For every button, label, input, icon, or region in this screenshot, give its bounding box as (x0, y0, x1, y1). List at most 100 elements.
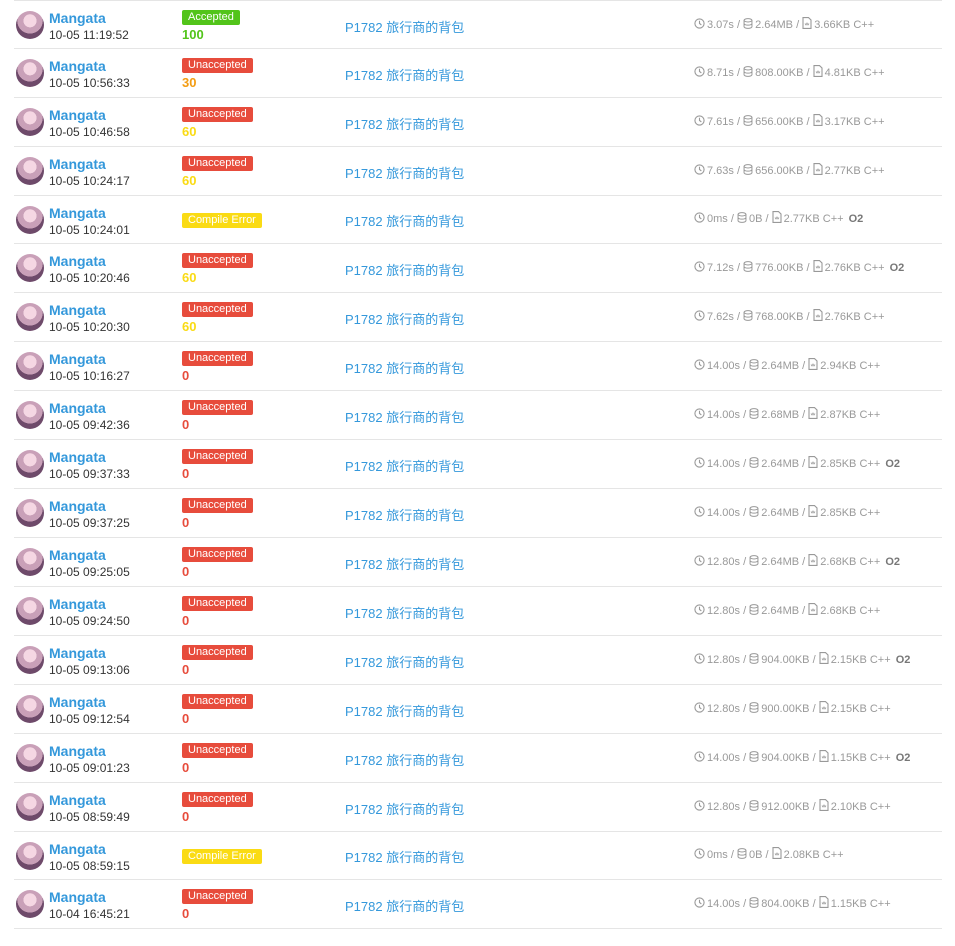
status-badge[interactable]: Unaccepted (182, 449, 253, 464)
status-badge[interactable]: Unaccepted (182, 351, 253, 366)
avatar[interactable] (16, 11, 44, 39)
problem-link[interactable]: P1782 旅行商的背包 (345, 65, 464, 84)
score: 0 (182, 711, 190, 726)
username-link[interactable]: Mangata (49, 841, 106, 857)
avatar[interactable] (16, 793, 44, 821)
username-link[interactable]: Mangata (49, 10, 106, 26)
problem-link[interactable]: P1782 旅行商的背包 (345, 652, 464, 671)
username-link[interactable]: Mangata (49, 645, 106, 661)
username-link[interactable]: Mangata (49, 302, 106, 318)
status-badge[interactable]: Unaccepted (182, 107, 253, 122)
problem-link[interactable]: P1782 旅行商的背包 (345, 603, 464, 622)
username-link[interactable]: Mangata (49, 694, 106, 710)
status-badge[interactable]: Unaccepted (182, 302, 253, 317)
avatar[interactable] (16, 401, 44, 429)
stats: 3.07s / 2.64MB / 3.66KB C++ (694, 17, 874, 32)
status-badge[interactable]: Unaccepted (182, 694, 253, 709)
problem-link[interactable]: P1782 旅行商的背包 (345, 456, 464, 475)
avatar[interactable] (16, 890, 44, 918)
status-badge[interactable]: Unaccepted (182, 547, 253, 562)
avatar[interactable] (16, 303, 44, 331)
avatar[interactable] (16, 157, 44, 185)
clock-icon (694, 212, 705, 226)
avatar[interactable] (16, 597, 44, 625)
problem-link[interactable]: P1782 旅行商的背包 (345, 896, 464, 915)
file-icon (808, 603, 818, 618)
database-icon (749, 359, 759, 373)
status-badge[interactable]: Unaccepted (182, 58, 253, 73)
problem-link[interactable]: P1782 旅行商的背包 (345, 750, 464, 769)
submit-time: 10-04 16:45:21 (49, 907, 130, 921)
problem-link[interactable]: P1782 旅行商的背包 (345, 407, 464, 426)
avatar[interactable] (16, 254, 44, 282)
username-link[interactable]: Mangata (49, 498, 106, 514)
avatar[interactable] (16, 108, 44, 136)
avatar[interactable] (16, 548, 44, 576)
database-icon (749, 702, 759, 716)
problem-link[interactable]: P1782 旅行商的背包 (345, 114, 464, 133)
status-badge[interactable]: Compile Error (182, 213, 262, 228)
problem-link[interactable]: P1782 旅行商的背包 (345, 309, 464, 328)
status-badge[interactable]: Unaccepted (182, 889, 253, 904)
status-badge[interactable]: Unaccepted (182, 400, 253, 415)
status-badge[interactable]: Unaccepted (182, 645, 253, 660)
avatar[interactable] (16, 206, 44, 234)
language: C++ (869, 752, 891, 764)
stats: 14.00s / 2.68MB / 2.87KB C++ (694, 407, 880, 422)
avatar[interactable] (16, 695, 44, 723)
status-badge[interactable]: Unaccepted (182, 498, 253, 513)
score: 0 (182, 760, 190, 775)
problem-link[interactable]: P1782 旅行商的背包 (345, 358, 464, 377)
username-link[interactable]: Mangata (49, 743, 106, 759)
status-badge[interactable]: Unaccepted (182, 156, 253, 171)
status-badge[interactable]: Accepted (182, 10, 240, 25)
status-badge[interactable]: Unaccepted (182, 743, 253, 758)
status-badge[interactable]: Unaccepted (182, 596, 253, 611)
problem-link[interactable]: P1782 旅行商的背包 (345, 163, 464, 182)
avatar[interactable] (16, 352, 44, 380)
username-link[interactable]: Mangata (49, 253, 106, 269)
problem-link[interactable]: P1782 旅行商的背包 (345, 847, 464, 866)
username-link[interactable]: Mangata (49, 596, 106, 612)
run-time: 14.00s (707, 458, 741, 470)
run-time: 14.00s (707, 409, 741, 421)
username-link[interactable]: Mangata (49, 58, 106, 74)
username-link[interactable]: Mangata (49, 205, 106, 221)
avatar[interactable] (16, 744, 44, 772)
status-badge[interactable]: Unaccepted (182, 253, 253, 268)
username-link[interactable]: Mangata (49, 889, 106, 905)
status-badge[interactable]: Unaccepted (182, 792, 253, 807)
problem-link[interactable]: P1782 旅行商的背包 (345, 211, 464, 230)
submission-row: Mangata 10-05 10:20:46 Unaccepted 60 P1782 旅… (14, 244, 942, 293)
username-link[interactable]: Mangata (49, 792, 106, 808)
username-link[interactable]: Mangata (49, 400, 106, 416)
problem-link[interactable]: P1782 旅行商的背包 (345, 505, 464, 524)
memory: 2.64MB (761, 360, 800, 372)
problem-link[interactable]: P1782 旅行商的背包 (345, 17, 464, 36)
avatar[interactable] (16, 450, 44, 478)
username-link[interactable]: Mangata (49, 449, 106, 465)
status-badge[interactable]: Compile Error (182, 849, 262, 864)
run-time: 8.71s (707, 67, 734, 79)
problem-link[interactable]: P1782 旅行商的背包 (345, 554, 464, 573)
language: C++ (863, 262, 885, 274)
submit-time: 10-05 10:20:46 (49, 271, 130, 285)
problem-link[interactable]: P1782 旅行商的背包 (345, 799, 464, 818)
avatar[interactable] (16, 646, 44, 674)
stats: 7.12s / 776.00KB / 2.76KB C++ O2 (694, 260, 904, 275)
problem-link[interactable]: P1782 旅行商的背包 (345, 701, 464, 720)
username-link[interactable]: Mangata (49, 351, 106, 367)
username-link[interactable]: Mangata (49, 547, 106, 563)
avatar[interactable] (16, 59, 44, 87)
run-time: 0ms (707, 213, 728, 225)
file-icon (813, 163, 823, 178)
avatar[interactable] (16, 842, 44, 870)
username-link[interactable]: Mangata (49, 107, 106, 123)
username-link[interactable]: Mangata (49, 156, 106, 172)
avatar[interactable] (16, 499, 44, 527)
problem-link[interactable]: P1782 旅行商的背包 (345, 260, 464, 279)
clock-icon (694, 261, 705, 275)
o2-flag: O2 (889, 262, 905, 274)
o2-flag: O2 (885, 556, 900, 568)
run-time: 14.00s (707, 507, 741, 519)
